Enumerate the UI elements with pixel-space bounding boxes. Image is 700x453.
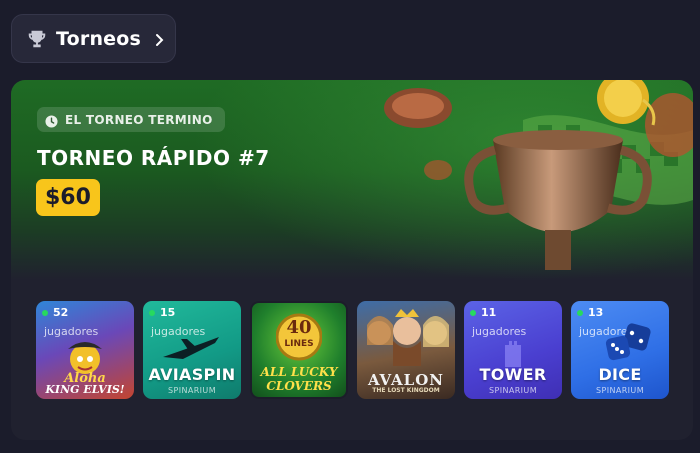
game-tile-40-lines-all-lucky-clovers[interactable]: 40 LINES ALL LUCKY CLOVERS xyxy=(250,301,348,399)
players-count: 11 xyxy=(470,306,496,319)
game-name: DICE xyxy=(598,365,642,384)
game-tile-aloha-king-elvis[interactable]: 52 jugadores Aloha KING ELVIS! xyxy=(36,301,134,399)
dice-icon xyxy=(605,323,651,361)
game-tile-avalon[interactable]: AVALON THE LOST KINGDOM xyxy=(357,301,455,399)
game-art-title-line1: ALL LUCKY xyxy=(260,365,338,379)
tournament-title: TORNEO RÁPIDO #7 xyxy=(37,146,270,170)
game-tile-tower[interactable]: 11 jugadores TOWER SPINARIUM xyxy=(464,301,562,399)
online-dot-icon xyxy=(149,309,155,316)
avalon-characters-illustration xyxy=(367,309,449,366)
game-tile-dice[interactable]: 13 jugadores DICE SPINARIUM xyxy=(571,301,669,399)
online-dot-icon xyxy=(42,309,48,316)
trophy-cup-illustration xyxy=(384,80,693,270)
tournament-games-list: 52 jugadores Aloha KING ELVIS! 15 jugado… xyxy=(36,301,669,399)
online-dot-icon xyxy=(470,309,476,316)
players-count: 52 xyxy=(42,306,68,319)
game-art-number: 40 xyxy=(286,317,312,338)
tournaments-section: Torneos EL TORNEO TERMINO TORNEO RÁPIDO … xyxy=(0,0,700,453)
tower-icon xyxy=(505,341,521,367)
chevron-right-icon xyxy=(153,32,167,46)
trophy-icon xyxy=(26,28,48,50)
game-art-title-line2: THE LOST KINGDOM xyxy=(372,387,440,394)
game-art-title-line2: KING ELVIS! xyxy=(45,383,125,396)
players-count: 15 xyxy=(149,306,175,319)
game-provider: SPINARIUM xyxy=(489,386,537,395)
game-provider: SPINARIUM xyxy=(168,386,216,395)
game-tile-aviaspin[interactable]: 15 jugadores AVIASPIN SPINARIUM xyxy=(143,301,241,399)
online-dot-icon xyxy=(577,309,583,316)
game-art-title-line2: CLOVERS xyxy=(266,379,332,393)
tournament-card[interactable]: EL TORNEO TERMINO TORNEO RÁPIDO #7 $60 5… xyxy=(11,80,693,440)
game-name: TOWER xyxy=(479,365,547,384)
tournaments-title: Torneos xyxy=(56,27,142,50)
tournaments-header-button[interactable]: Torneos xyxy=(11,14,176,63)
prize-badge: $60 xyxy=(36,179,100,216)
airplane-icon xyxy=(163,337,219,359)
clock-icon xyxy=(45,113,58,128)
game-provider: SPINARIUM xyxy=(596,386,644,395)
game-name: AVIASPIN xyxy=(148,365,236,384)
players-count: 13 xyxy=(577,306,603,319)
tournament-status-text: EL TORNEO TERMINO xyxy=(65,112,213,127)
tournament-status-badge: EL TORNEO TERMINO xyxy=(37,107,225,132)
game-art-lines: LINES xyxy=(284,339,314,349)
